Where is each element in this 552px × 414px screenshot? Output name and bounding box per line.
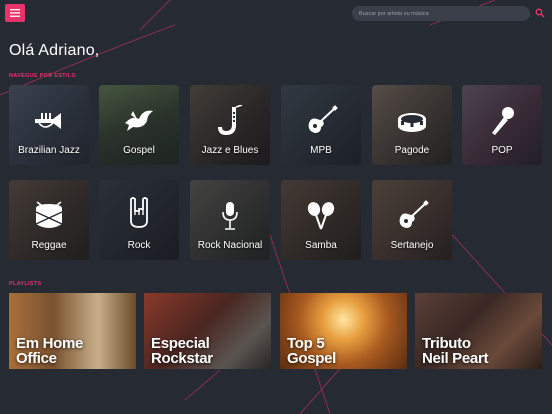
style-label: Pagode: [394, 145, 430, 156]
style-label: Sertanejo: [390, 240, 434, 251]
trumpet-icon: [35, 113, 61, 129]
style-tile-sertanejo[interactable]: Sertanejo: [372, 180, 452, 260]
style-label: Rock Nacional: [197, 240, 263, 251]
guitar-icon: [308, 105, 338, 133]
microphone-icon: [222, 202, 238, 230]
style-label: Samba: [305, 240, 337, 251]
playlist-card-especial-rockstar[interactable]: Especial Rockstar: [144, 293, 271, 369]
styles-section-label: NAVEGUE POR ESTILO: [9, 73, 77, 79]
greeting-title: Olá Adriano,: [9, 42, 100, 59]
drum-icon: [35, 201, 63, 228]
tambourine-icon: [398, 113, 426, 132]
style-label: Jazz e Blues: [201, 145, 259, 156]
style-tile-rock[interactable]: Rock: [99, 180, 179, 260]
playlist-title: Tributo Neil Peart: [422, 335, 489, 367]
dove-icon: [125, 110, 153, 131]
style-label: Rock: [127, 240, 151, 251]
style-tile-pop[interactable]: POP: [462, 85, 542, 165]
maracas-icon: [307, 202, 335, 230]
hamburger-icon: [10, 9, 20, 17]
microphone-icon: [492, 107, 514, 135]
style-tile-samba[interactable]: Samba: [281, 180, 361, 260]
playlist-card-em-home-office[interactable]: Em Home Office: [9, 293, 136, 369]
playlists-section-label: PLAYLISTS: [9, 281, 42, 287]
guitar-icon: [399, 200, 429, 228]
style-label: MPB: [310, 145, 332, 156]
search-input[interactable]: [352, 6, 530, 21]
style-tile-jazz-e-blues[interactable]: Jazz e Blues: [190, 85, 270, 165]
playlist-title: Em Home Office: [16, 335, 84, 367]
style-tile-rock-nacional[interactable]: Rock Nacional: [190, 180, 270, 260]
style-tile-gospel[interactable]: Gospel: [99, 85, 179, 165]
playlist-title: Top 5 Gospel: [287, 335, 337, 367]
app-root: Olá Adriano, NAVEGUE POR ESTILO Brazilia…: [0, 0, 552, 414]
style-label: Brazilian Jazz: [18, 145, 80, 156]
search-icon[interactable]: [535, 8, 545, 18]
style-label: POP: [491, 145, 513, 156]
style-tile-brazilian-jazz[interactable]: Brazilian Jazz: [9, 85, 89, 165]
saxophone-icon: [218, 105, 243, 135]
playlist-card-tributo-neil-peart[interactable]: Tributo Neil Peart: [415, 293, 542, 369]
style-label: Reggae: [31, 240, 67, 251]
playlist-card-top-5-gospel[interactable]: Top 5 Gospel: [280, 293, 407, 369]
style-label: Gospel: [123, 145, 155, 156]
playlist-title: Especial Rockstar: [151, 335, 213, 367]
style-tile-pagode[interactable]: Pagode: [372, 85, 452, 165]
style-tile-mpb[interactable]: MPB: [281, 85, 361, 165]
menu-button[interactable]: [5, 4, 25, 22]
style-tile-reggae[interactable]: Reggae: [9, 180, 89, 260]
rock-hand-icon: [130, 197, 148, 228]
